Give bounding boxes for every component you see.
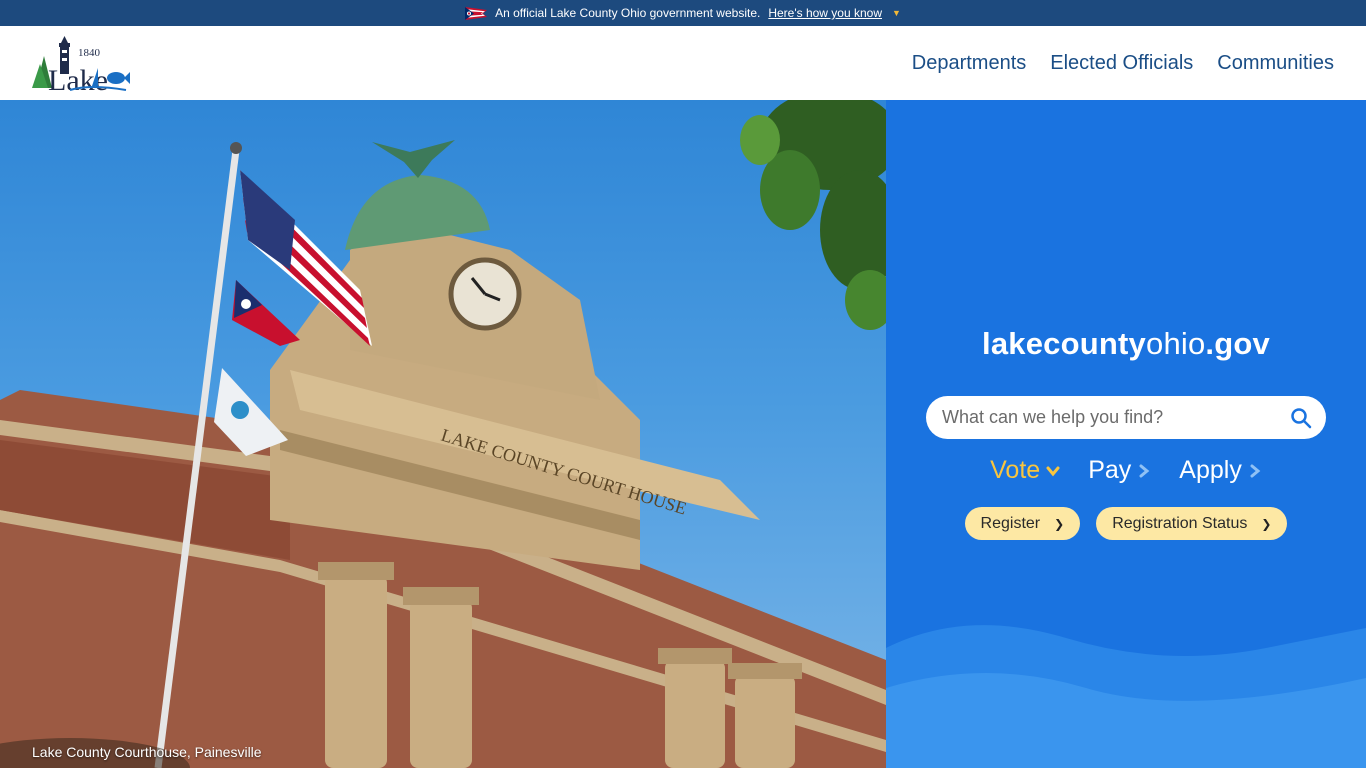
site-header: 1840 Lake Departments Elected Officials … bbox=[0, 26, 1366, 100]
search-bar bbox=[926, 396, 1326, 439]
ohio-flag-icon bbox=[465, 6, 488, 20]
hero-courthouse-image: LAKE COUNTY COURT HOUSE Lake County Cour… bbox=[0, 100, 886, 768]
chevron-down-icon[interactable]: ▼ bbox=[892, 8, 901, 18]
register-label: Register bbox=[980, 514, 1041, 532]
tab-vote[interactable]: Vote bbox=[990, 456, 1060, 485]
quick-action-tabs: Vote Pay Apply bbox=[886, 456, 1366, 485]
site-name: lakecountyohio.gov bbox=[886, 326, 1366, 362]
tree-foliage bbox=[740, 100, 886, 330]
courthouse-illustration: LAKE COUNTY COURT HOUSE bbox=[0, 100, 886, 768]
tab-pay[interactable]: Pay bbox=[1088, 456, 1151, 485]
vote-actions: Register ❯ Registration Status ❯ bbox=[886, 507, 1366, 540]
main-navigation: Departments Elected Officials Communitie… bbox=[912, 26, 1334, 100]
tab-pay-label: Pay bbox=[1088, 456, 1132, 484]
heres-how-you-know-link[interactable]: Here's how you know bbox=[768, 6, 882, 20]
logo-year: 1840 bbox=[78, 47, 101, 59]
logo-wordmark: Lake bbox=[48, 64, 108, 94]
search-icon[interactable] bbox=[1290, 407, 1312, 429]
search-input[interactable] bbox=[942, 407, 1290, 428]
official-government-banner: An official Lake County Ohio government … bbox=[0, 0, 1366, 26]
lake-county-logo[interactable]: 1840 Lake bbox=[30, 34, 130, 94]
search-panel: lakecountyohio.gov Vote Pay Apply bbox=[886, 100, 1366, 768]
hero-caption: Lake County Courthouse, Painesville bbox=[32, 744, 262, 760]
chevron-right-icon: ❯ bbox=[1054, 516, 1065, 531]
chevron-down-icon bbox=[1046, 466, 1060, 476]
tab-apply-label: Apply bbox=[1179, 456, 1242, 484]
registration-status-button[interactable]: Registration Status ❯ bbox=[1096, 507, 1288, 540]
ohio-flag bbox=[232, 280, 300, 346]
site-name-part-3: .gov bbox=[1205, 326, 1270, 361]
tab-apply[interactable]: Apply bbox=[1179, 456, 1262, 485]
registration-status-label: Registration Status bbox=[1112, 514, 1248, 532]
chevron-right-icon bbox=[1139, 464, 1150, 477]
site-name-part-1: lakecounty bbox=[982, 326, 1146, 361]
tab-vote-label: Vote bbox=[990, 456, 1041, 484]
banner-text: An official Lake County Ohio government … bbox=[495, 6, 761, 20]
nav-communities[interactable]: Communities bbox=[1217, 52, 1334, 75]
site-name-part-2: ohio bbox=[1146, 326, 1206, 361]
decorative-waves bbox=[886, 625, 1366, 768]
chevron-right-icon: ❯ bbox=[1261, 516, 1272, 531]
eagle-statue bbox=[372, 140, 455, 178]
register-button[interactable]: Register ❯ bbox=[964, 507, 1081, 540]
nav-elected-officials[interactable]: Elected Officials bbox=[1050, 52, 1193, 75]
chevron-right-icon bbox=[1250, 464, 1261, 477]
nav-departments[interactable]: Departments bbox=[912, 52, 1027, 75]
